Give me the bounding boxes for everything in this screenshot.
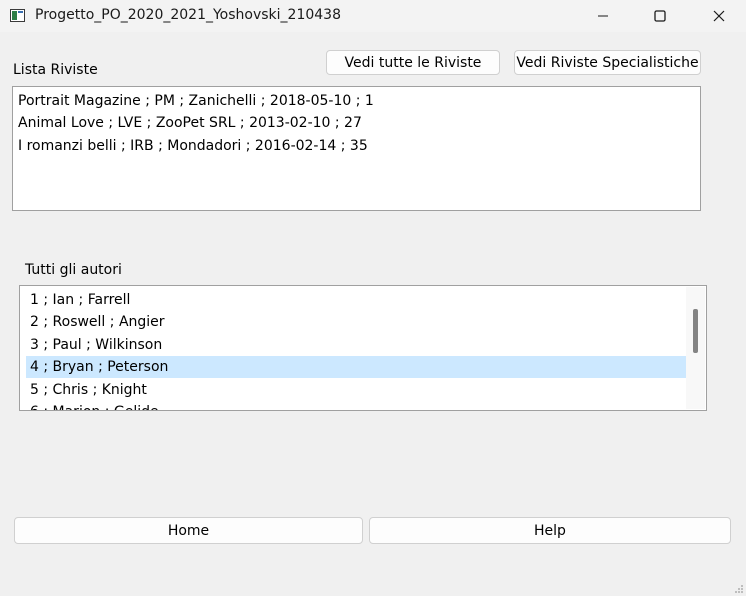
riviste-list[interactable]: Portrait Magazine ; PM ; Zanichelli ; 20… bbox=[12, 86, 701, 211]
maximize-icon bbox=[654, 10, 666, 22]
list-item[interactable]: Animal Love ; LVE ; ZooPet SRL ; 2013-02… bbox=[18, 112, 362, 134]
minimize-icon bbox=[598, 15, 608, 17]
riviste-label: Lista Riviste bbox=[13, 62, 98, 78]
title-bar[interactable]: Progetto_PO_2020_2021_Yoshovski_210438 bbox=[0, 0, 746, 32]
list-item[interactable]: 2 ; Roswell ; Angier bbox=[26, 311, 690, 333]
window-title: Progetto_PO_2020_2021_Yoshovski_210438 bbox=[35, 7, 341, 23]
list-item[interactable]: I romanzi belli ; IRB ; Mondadori ; 2016… bbox=[18, 135, 368, 157]
list-item-selected[interactable]: 4 ; Bryan ; Peterson bbox=[26, 356, 690, 378]
autori-list[interactable]: 1 ; Ian ; Farrell 2 ; Roswell ; Angier 3… bbox=[19, 285, 707, 411]
list-item[interactable]: 3 ; Paul ; Wilkinson bbox=[26, 334, 690, 356]
app-icon bbox=[10, 9, 25, 22]
show-specialist-magazines-button[interactable]: Vedi Riviste Specialistiche bbox=[514, 50, 701, 75]
list-item[interactable]: 5 ; Chris ; Knight bbox=[26, 379, 690, 401]
app-window: Progetto_PO_2020_2021_Yoshovski_210438 L… bbox=[0, 0, 746, 596]
list-item[interactable]: 6 ; Marion ; Gelide bbox=[26, 401, 690, 410]
show-all-magazines-button[interactable]: Vedi tutte le Riviste bbox=[326, 50, 500, 75]
minimize-button[interactable] bbox=[580, 0, 626, 32]
close-button[interactable] bbox=[696, 0, 742, 32]
resize-grip-icon[interactable] bbox=[734, 584, 744, 594]
autori-label: Tutti gli autori bbox=[25, 262, 122, 278]
scrollbar[interactable] bbox=[686, 287, 705, 409]
home-button[interactable]: Home bbox=[14, 517, 363, 544]
help-button[interactable]: Help bbox=[369, 517, 731, 544]
scrollbar-thumb[interactable] bbox=[693, 309, 698, 353]
maximize-button[interactable] bbox=[637, 0, 683, 32]
close-icon bbox=[713, 10, 725, 22]
list-item[interactable]: Portrait Magazine ; PM ; Zanichelli ; 20… bbox=[18, 90, 374, 112]
list-item[interactable]: 1 ; Ian ; Farrell bbox=[26, 289, 690, 311]
